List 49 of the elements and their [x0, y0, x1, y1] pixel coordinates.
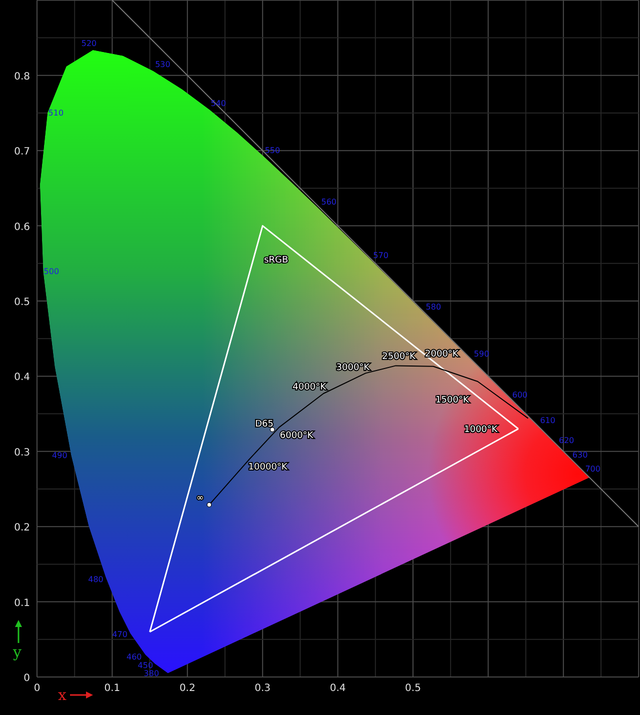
- axis-tick-label: 0.2: [179, 683, 196, 694]
- series-label: sRGB: [264, 256, 288, 266]
- wavelength-label: 620: [558, 436, 574, 446]
- axis-tick-label: 0.1: [14, 598, 30, 609]
- axis-tick-label: 0.3: [254, 683, 271, 694]
- wavelength-label: 580: [426, 302, 442, 312]
- axis-label: x: [58, 686, 66, 704]
- axis-tick-label: 0.5: [14, 297, 30, 308]
- curve-label: 6000°K: [280, 430, 314, 441]
- wavelength-label: 570: [373, 251, 388, 260]
- wavelength-label: 560: [321, 198, 337, 207]
- axis-tick-label: 0.4: [330, 683, 346, 694]
- axis-label: y: [13, 643, 22, 661]
- wavelength-label: 470: [112, 630, 128, 640]
- wavelength-label: 450: [138, 660, 154, 670]
- wavelength-label: 550: [264, 146, 280, 155]
- axis-tick-label: 0.2: [14, 522, 30, 534]
- curve-label: 4000°K: [292, 382, 326, 393]
- axis-tick-label: 0.8: [14, 71, 30, 82]
- wavelength-label: 520: [81, 39, 97, 48]
- axis-tick-label: 0: [24, 673, 30, 684]
- axis-tick-label: 0.4: [14, 372, 30, 384]
- axis-tick-label: 0.5: [405, 683, 421, 694]
- wavelength-label: 700: [585, 464, 600, 474]
- wavelength-label: 530: [155, 60, 170, 70]
- wavelength-label: 630: [572, 450, 588, 460]
- wavelength-label: 460: [126, 652, 142, 662]
- axis-tick-label: 0: [34, 683, 40, 694]
- axis-tick-label: 0.3: [14, 447, 30, 458]
- wavelength-label: 500: [44, 266, 60, 276]
- wavelength-label: 490: [52, 451, 68, 460]
- curve-label: 3000°K: [336, 363, 370, 374]
- curve-label: ∞: [196, 493, 204, 504]
- curve-label: 2000°K: [425, 350, 458, 360]
- curve-label: 10000°K: [248, 462, 288, 472]
- series-label: D65: [255, 420, 274, 430]
- wavelength-label: 610: [540, 416, 556, 425]
- wavelength-label: 380: [144, 669, 160, 678]
- curve-label: 1000°K: [464, 424, 498, 435]
- curve-label: 2500°K: [382, 352, 416, 362]
- wavelength-label: 590: [474, 350, 490, 359]
- wavelength-label: 510: [48, 108, 64, 118]
- curve-label: 1500°K: [436, 396, 469, 406]
- axis-tick-label: 0.6: [14, 222, 30, 233]
- wavelength-label: 480: [88, 575, 104, 584]
- wavelength-label: 600: [512, 390, 528, 400]
- axis-tick-label: 0.7: [14, 146, 30, 158]
- wavelength-label: 540: [210, 99, 226, 108]
- axis-tick-label: 0.1: [104, 683, 120, 694]
